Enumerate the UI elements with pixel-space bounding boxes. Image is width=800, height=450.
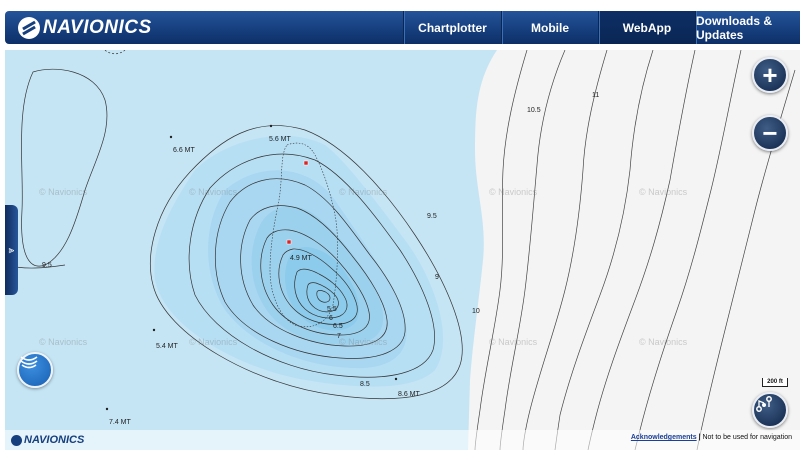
map-footer: NAVIONICS Acknowledgements | Not to be u… [5,430,800,450]
watermark: © Navionics [39,187,88,197]
tab-webapp[interactable]: WebApp [598,11,695,44]
contour-label: 10 [472,308,480,315]
watermark: © Navionics [339,187,388,197]
route-button[interactable] [752,392,788,428]
footer-logo: NAVIONICS [11,434,84,446]
sidebar-toggle[interactable]: ⫸ [5,205,18,295]
brand-name: NAVIONICS [43,16,152,38]
watermark: © Navionics [189,187,238,197]
sonar-button[interactable] [17,352,53,388]
tab-downloads-updates[interactable]: Downloads & Updates [695,11,800,44]
zoom-in-button[interactable]: + [752,57,788,93]
chart-canvas [5,50,796,450]
land-contours [474,50,796,450]
watermark: © Navionics [339,337,388,347]
watermark: © Navionics [489,337,538,347]
depth-label: 7.4 MT [109,419,131,426]
contour-label: 5.5 [327,306,337,313]
watermark: © Navionics [489,187,538,197]
brand-logo[interactable]: NAVIONICS [18,15,152,40]
tab-chartplotter[interactable]: Chartplotter [403,11,501,44]
depth-label: 4.9 MT [290,255,312,262]
depth-label: 8.6 MT [398,391,420,398]
contour-label: 9 [435,274,439,281]
navionics-logo-icon [18,16,40,39]
watermark: © Navionics [39,337,88,347]
minus-icon: − [762,118,778,148]
footer-links: Acknowledgements | Not to be used for na… [631,434,792,441]
watermark: © Navionics [189,337,238,347]
nautical-chart[interactable]: © Navionics © Navionics © Navionics © Na… [5,50,800,450]
depth-label: 5.4 MT [156,343,178,350]
watermark: © Navionics [639,337,688,347]
navionics-logo-icon [11,434,22,446]
nav-bar: NAVIONICS Chartplotter Mobile WebApp Dow… [5,11,800,44]
chevron-right-icon: ⫸ [8,244,15,256]
tab-mobile[interactable]: Mobile [501,11,598,44]
contour-label: 11 [592,92,600,99]
route-icon [756,396,772,412]
footer-brand: NAVIONICS [24,434,85,446]
zoom-out-button[interactable]: − [752,115,788,151]
contour-label: 9.5 [427,213,437,220]
sonar-icon [20,356,38,369]
watermark: © Navionics [639,187,688,197]
acknowledgements-link[interactable]: Acknowledgements [631,434,697,441]
plus-icon: + [762,60,778,90]
nav-tabs: Chartplotter Mobile WebApp Downloads & U… [403,11,800,44]
footer-separator: | [698,434,701,441]
scale-bar: 200 ft [762,378,788,387]
contour-label: 8.5 [360,381,370,388]
disclaimer-text: Not to be used for navigation [702,434,792,441]
contour-label: 7 [337,333,341,340]
depth-label: 5.6 MT [269,136,291,143]
depth-label: 6.6 MT [173,147,195,154]
contour-label: 9.5 [42,262,52,269]
contour-label: 6.5 [333,323,343,330]
contour-label: 10.5 [527,107,541,114]
header: NAVIONICS Chartplotter Mobile WebApp Dow… [0,0,800,50]
contour-label: 6 [329,315,333,322]
